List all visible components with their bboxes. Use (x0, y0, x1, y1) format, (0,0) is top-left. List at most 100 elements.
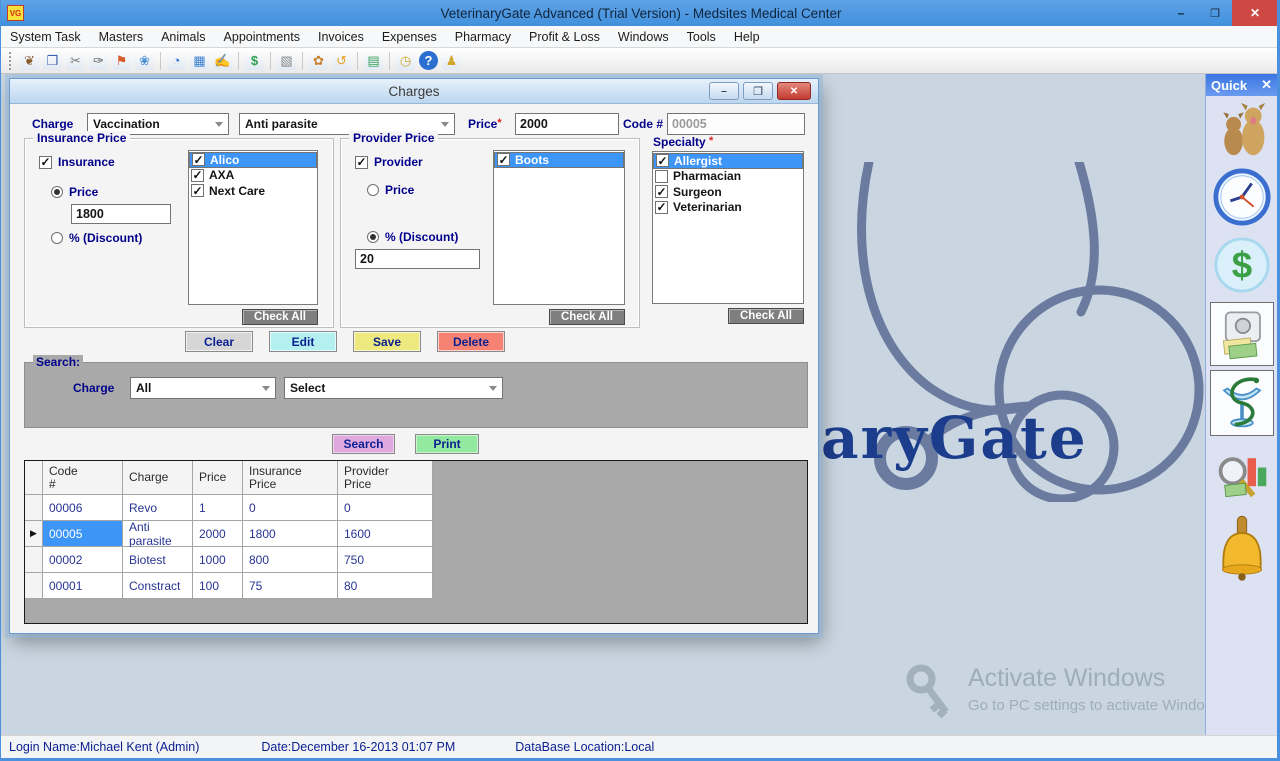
dialog-close-button[interactable] (777, 82, 811, 100)
price-input[interactable] (515, 113, 619, 135)
col-header-provider[interactable]: ProviderPrice (338, 461, 433, 495)
cell-code[interactable]: 00006 (43, 495, 123, 521)
table-row[interactable]: 00005 Anti parasite 2000 1800 1600 (25, 521, 433, 547)
cell-charge[interactable]: Revo (123, 495, 193, 521)
cell-charge[interactable]: Constract (123, 573, 193, 599)
checkbox-checked-icon[interactable] (655, 201, 668, 214)
table-row[interactable]: 00002 Biotest 1000 800 750 (25, 547, 433, 573)
current-row-arrow-icon[interactable] (25, 521, 43, 547)
specialty-check-all-button[interactable]: Check All (728, 308, 804, 324)
close-button[interactable] (1232, 0, 1278, 26)
provider-discount-input[interactable] (355, 249, 480, 269)
col-header-charge[interactable]: Charge (123, 461, 193, 495)
clear-button[interactable]: Clear (185, 331, 253, 352)
radio-selected-icon[interactable] (367, 231, 379, 243)
reminder-clock-icon[interactable]: ◷ (396, 51, 415, 70)
menu-system-task[interactable]: System Task (1, 26, 90, 48)
checkbox-unchecked-icon[interactable] (655, 170, 668, 183)
cell-insurance[interactable]: 800 (243, 547, 338, 573)
cell-insurance[interactable]: 0 (243, 495, 338, 521)
insurance-price-input[interactable] (71, 204, 171, 224)
insurance-companies-listbox[interactable]: Alico AXA Next Care (188, 150, 318, 305)
cell-insurance[interactable]: 1800 (243, 521, 338, 547)
row-selector[interactable] (25, 573, 43, 599)
pet-record-icon[interactable]: ✿ (309, 51, 328, 70)
list-item[interactable]: Surgeon (653, 184, 803, 200)
checkbox-checked-icon[interactable] (191, 169, 204, 182)
list-item[interactable]: Boots (494, 152, 624, 168)
search-category-select[interactable]: All (130, 377, 276, 399)
dialog-titlebar[interactable]: Charges (10, 79, 818, 104)
col-header-code[interactable]: Code# (43, 461, 123, 495)
list-item[interactable]: AXA (189, 168, 317, 184)
search-item-select[interactable]: Select (284, 377, 503, 399)
help-icon[interactable]: ? (419, 51, 438, 70)
cell-code[interactable]: 00001 (43, 573, 123, 599)
cash-drawer-icon[interactable] (1210, 302, 1274, 366)
cell-provider[interactable]: 1600 (338, 521, 433, 547)
col-header-insurance[interactable]: InsurancePrice (243, 461, 338, 495)
checkbox-checked-icon[interactable] (656, 154, 669, 167)
provider-checkbox[interactable]: Provider (355, 155, 423, 169)
cell-charge[interactable]: Anti parasite (123, 521, 193, 547)
checkbox-checked-icon[interactable] (39, 156, 52, 169)
checkbox-checked-icon[interactable] (192, 153, 205, 166)
clock-icon[interactable] (1210, 166, 1274, 228)
menu-appointments[interactable]: Appointments (215, 26, 309, 48)
menu-expenses[interactable]: Expenses (373, 26, 446, 48)
list-item[interactable]: Alico (189, 152, 317, 168)
edit-button[interactable]: Edit (269, 331, 337, 352)
reports-icon[interactable]: ▤ (364, 51, 383, 70)
delete-button[interactable]: Delete (437, 331, 505, 352)
list-item[interactable]: Pharmacian (653, 169, 803, 185)
print-button[interactable]: Print (415, 434, 479, 454)
cell-provider[interactable]: 80 (338, 573, 433, 599)
save-button[interactable]: Save (353, 331, 421, 352)
cell-insurance[interactable]: 75 (243, 573, 338, 599)
cell-provider[interactable]: 0 (338, 495, 433, 521)
col-header-price[interactable]: Price (193, 461, 243, 495)
list-item[interactable]: Next Care (189, 183, 317, 199)
cell-price[interactable]: 2000 (193, 521, 243, 547)
checkbox-checked-icon[interactable] (497, 153, 510, 166)
cell-price[interactable]: 1000 (193, 547, 243, 573)
table-row[interactable]: 00006 Revo 1 0 0 (25, 495, 433, 521)
list-item[interactable]: Veterinarian (653, 200, 803, 216)
row-selector[interactable] (25, 547, 43, 573)
dialog-restore-button[interactable] (743, 82, 773, 100)
invoice-icon[interactable]: ✍ (213, 51, 232, 70)
insurance-checkbox[interactable]: Insurance (39, 155, 115, 169)
insurance-price-radio[interactable]: Price (51, 185, 98, 199)
checkbox-checked-icon[interactable] (355, 156, 368, 169)
reminder-bell-icon[interactable] (1210, 510, 1274, 586)
checkbox-checked-icon[interactable] (655, 185, 668, 198)
masters-book-icon[interactable]: ❒ (43, 51, 62, 70)
cell-code-selected[interactable]: 00005 (43, 521, 123, 547)
checkbox-checked-icon[interactable] (191, 184, 204, 197)
menu-pharmacy[interactable]: Pharmacy (446, 26, 520, 48)
dialog-minimize-button[interactable] (709, 82, 739, 100)
cell-price[interactable]: 100 (193, 573, 243, 599)
billing-dollar-icon[interactable]: $ (1210, 234, 1274, 296)
instrument-icon[interactable]: ✑ (89, 51, 108, 70)
grooming-icon[interactable]: ❀ (135, 51, 154, 70)
bell-icon[interactable]: ♟ (442, 51, 461, 70)
menu-profit-loss[interactable]: Profit & Loss (520, 26, 609, 48)
quick-panel-close-icon[interactable] (1261, 77, 1272, 93)
provider-check-all-button[interactable]: Check All (549, 309, 625, 325)
surgery-icon[interactable]: ✂ (66, 51, 85, 70)
pets-icon[interactable] (1210, 100, 1274, 160)
menu-help[interactable]: Help (725, 26, 769, 48)
search-button[interactable]: Search (332, 434, 395, 454)
minimize-button[interactable] (1164, 0, 1198, 26)
radio-selected-icon[interactable] (51, 186, 63, 198)
insurance-check-all-button[interactable]: Check All (242, 309, 318, 325)
menu-animals[interactable]: Animals (152, 26, 214, 48)
radio-unselected-icon[interactable] (51, 232, 63, 244)
insurance-discount-radio[interactable]: % (Discount) (51, 231, 142, 245)
appointments-clock-icon[interactable]: ◔ (167, 51, 186, 70)
menu-masters[interactable]: Masters (90, 26, 152, 48)
reports-search-icon[interactable] (1210, 444, 1274, 506)
cell-charge[interactable]: Biotest (123, 547, 193, 573)
menu-invoices[interactable]: Invoices (309, 26, 373, 48)
